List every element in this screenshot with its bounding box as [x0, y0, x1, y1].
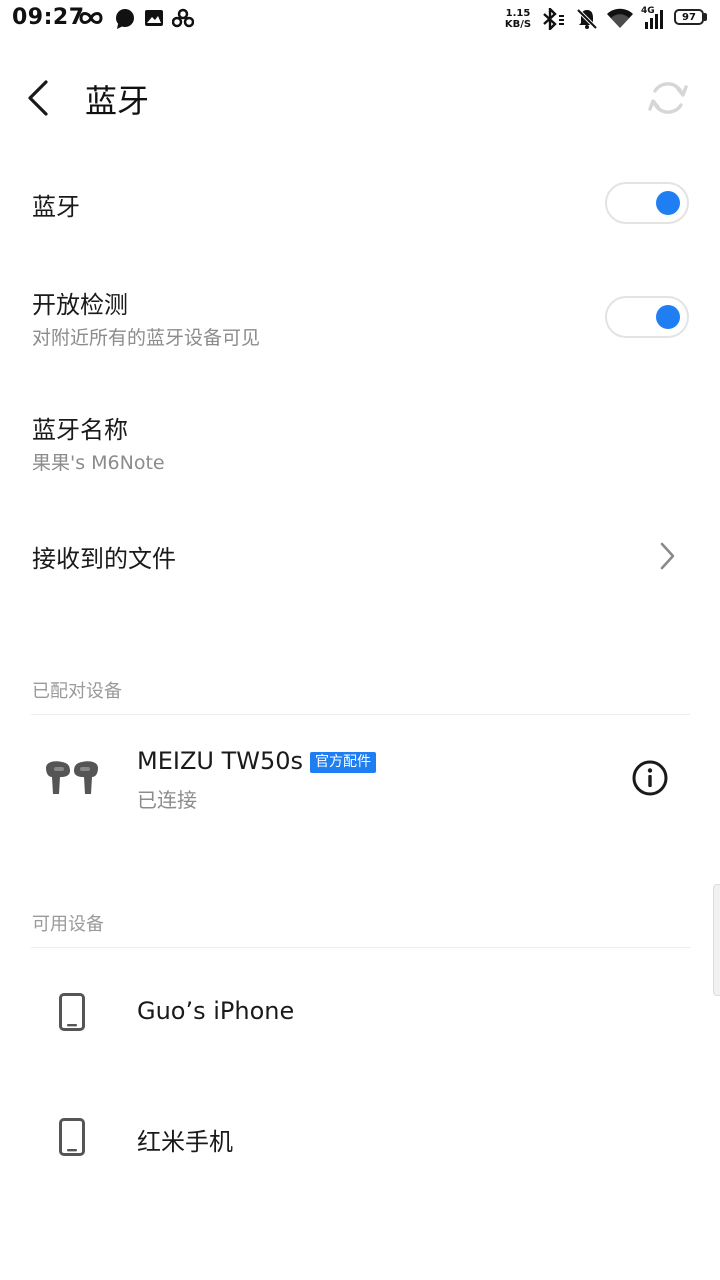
status-bar: 09:27 1.15 KB/S 4G 97 — [0, 0, 720, 40]
discoverable-toggle[interactable] — [605, 296, 689, 338]
available-section-divider — [31, 947, 690, 948]
bluetooth-status-icon — [543, 8, 564, 30]
infinity-icon — [79, 12, 103, 24]
paired-section-label: 已配对设备 — [32, 681, 122, 702]
signal-icon — [645, 10, 663, 29]
wifi-icon — [607, 8, 633, 28]
network-speed-value: 1.15 — [505, 8, 531, 19]
battery-level: 97 — [677, 12, 701, 23]
discoverable-label: 开放检测 — [32, 291, 128, 319]
available-device-name: 红米手机 — [137, 1128, 233, 1156]
scroll-indicator[interactable] — [713, 884, 720, 996]
received-files-row[interactable]: 接收到的文件 — [0, 515, 720, 595]
discoverable-description: 对附近所有的蓝牙设备可见 — [32, 327, 261, 349]
network-speed-unit: KB/S — [504, 19, 532, 30]
back-arrow-icon[interactable] — [24, 78, 56, 118]
available-device-name: Guo’s iPhone — [137, 997, 295, 1025]
received-files-label: 接收到的文件 — [32, 545, 176, 573]
app-notification-icon — [172, 8, 194, 28]
available-device-item[interactable]: 红米手机 — [0, 1090, 720, 1185]
device-name-label: 蓝牙名称 — [32, 416, 128, 444]
earbuds-icon — [46, 761, 98, 794]
device-name-value: 果果's M6Note — [32, 452, 165, 474]
paired-section-divider — [31, 714, 690, 715]
bluetooth-setting-row[interactable]: 蓝牙 — [0, 160, 720, 250]
network-speed: 1.15 KB/S — [503, 8, 533, 30]
paired-device-item[interactable]: MEIZU TW50s 官方配件 已连接 — [0, 730, 720, 830]
mute-notifications-icon — [576, 8, 598, 30]
status-time: 09:27 — [12, 5, 85, 30]
toggle-knob — [656, 305, 680, 329]
paired-device-name: MEIZU TW50s — [137, 747, 304, 775]
battery-cap — [704, 13, 707, 21]
bluetooth-label: 蓝牙 — [32, 193, 80, 221]
official-accessory-badge: 官方配件 — [310, 752, 376, 773]
discoverable-setting-row[interactable]: 开放检测 对附近所有的蓝牙设备可见 — [0, 270, 720, 366]
chat-bubble-icon — [116, 9, 134, 29]
phone-icon — [59, 1118, 85, 1156]
available-section-label: 可用设备 — [32, 914, 104, 935]
paired-device-status: 已连接 — [137, 788, 197, 812]
phone-icon — [59, 993, 85, 1031]
device-name-row[interactable]: 蓝牙名称 果果's M6Note — [0, 395, 720, 491]
toggle-knob — [656, 191, 680, 215]
image-notification-icon — [145, 10, 163, 26]
bluetooth-toggle[interactable] — [605, 182, 689, 224]
page-title: 蓝牙 — [85, 82, 150, 120]
chevron-right-icon — [660, 542, 675, 570]
refresh-icon[interactable] — [646, 76, 690, 120]
info-icon[interactable] — [631, 759, 669, 797]
available-device-item[interactable]: Guo’s iPhone — [0, 965, 720, 1060]
battery-icon: 97 — [674, 9, 704, 25]
